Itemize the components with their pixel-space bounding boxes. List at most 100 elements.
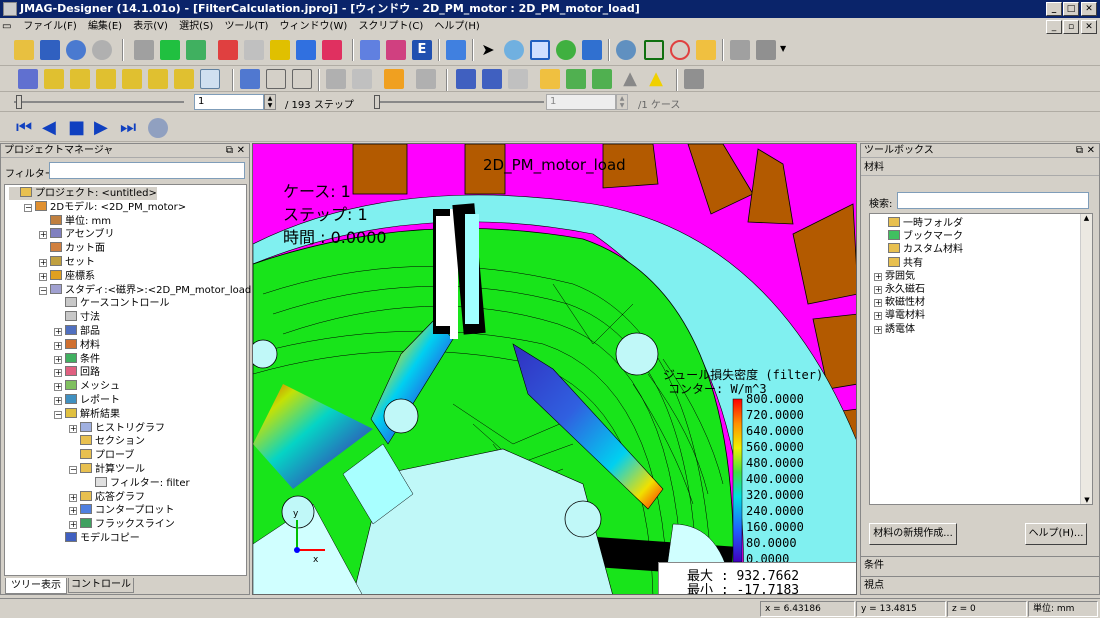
animation-settings-icon[interactable] bbox=[148, 118, 168, 138]
run-icon[interactable] bbox=[322, 40, 342, 60]
menu-help[interactable]: ヘルプ(H) bbox=[430, 18, 483, 36]
expander-icon[interactable]: + bbox=[69, 424, 77, 433]
minimize-button[interactable]: _ bbox=[1046, 2, 1062, 16]
expander-icon[interactable]: + bbox=[54, 328, 62, 336]
color3-icon[interactable] bbox=[508, 69, 528, 89]
shaded-icon[interactable] bbox=[240, 69, 260, 89]
material-tree-item[interactable]: ブックマーク bbox=[888, 230, 963, 243]
expander-icon[interactable]: + bbox=[874, 272, 882, 281]
child-close-button[interactable]: ✕ bbox=[1081, 20, 1097, 34]
pin-icon[interactable]: ⧉ bbox=[226, 144, 233, 158]
select-box-icon[interactable] bbox=[644, 40, 664, 60]
undo-icon[interactable] bbox=[66, 40, 86, 60]
expander-icon[interactable]: + bbox=[874, 299, 882, 308]
material-tree-scrollbar[interactable]: ▲ ▼ bbox=[1080, 214, 1092, 504]
rotate-icon[interactable] bbox=[556, 40, 576, 60]
case-input[interactable]: 1 bbox=[546, 94, 616, 110]
tree-item[interactable]: 寸法 bbox=[54, 311, 100, 324]
doc-icon[interactable]: ▭ bbox=[0, 18, 16, 36]
window-icon[interactable] bbox=[730, 40, 750, 60]
tree-item[interactable]: + セット bbox=[39, 256, 95, 269]
menu-tools[interactable]: ツール(T) bbox=[220, 18, 272, 36]
plot-icon[interactable] bbox=[386, 40, 406, 60]
toolbox-pin-icon[interactable]: ⧉ bbox=[1076, 144, 1083, 158]
expander-icon[interactable]: + bbox=[69, 493, 77, 502]
panel-close-icon[interactable]: ✕ bbox=[237, 144, 245, 158]
scroll-down-icon[interactable]: ▼ bbox=[1081, 496, 1093, 504]
expander-icon[interactable]: − bbox=[39, 286, 47, 295]
view-iso6-icon[interactable] bbox=[148, 69, 168, 89]
mesh-icon[interactable] bbox=[296, 40, 316, 60]
layout-dropdown-icon[interactable]: ▼ bbox=[780, 44, 786, 53]
toolbox-close-icon[interactable]: ✕ bbox=[1087, 144, 1095, 158]
expander-icon[interactable]: + bbox=[39, 231, 47, 240]
last-step-icon[interactable]: ⏭ bbox=[120, 118, 140, 138]
tree-item[interactable]: − スタディ:<磁界>:<2D_PM_motor_load> bbox=[39, 283, 260, 297]
tree-item[interactable]: + 回路 bbox=[54, 366, 100, 379]
view-iso3-icon[interactable] bbox=[70, 69, 90, 89]
save-icon[interactable] bbox=[40, 40, 60, 60]
child-minimize-button[interactable]: _ bbox=[1046, 20, 1062, 34]
tree-item[interactable]: + 部品 bbox=[54, 325, 100, 338]
tree-item[interactable]: − 計算ツール bbox=[69, 463, 145, 476]
menu-edit[interactable]: 編集(E) bbox=[84, 18, 126, 36]
expander-icon[interactable]: + bbox=[54, 369, 62, 378]
camera-icon[interactable] bbox=[684, 69, 704, 89]
tree-item[interactable]: + 応答グラフ bbox=[69, 490, 145, 504]
fit-icon[interactable] bbox=[446, 40, 466, 60]
color4-icon[interactable] bbox=[540, 69, 560, 89]
restore-button[interactable]: □ bbox=[1063, 2, 1079, 16]
view-iso7-icon[interactable] bbox=[174, 69, 194, 89]
expander-icon[interactable]: + bbox=[54, 341, 62, 350]
pan-icon[interactable] bbox=[582, 40, 602, 60]
triangle-color-icon[interactable]: ▲ bbox=[646, 69, 666, 89]
triangle-icon[interactable]: ▲ bbox=[620, 69, 640, 89]
color1-icon[interactable] bbox=[456, 69, 476, 89]
tree-item[interactable]: プローブ bbox=[69, 449, 134, 462]
toolbox-help-button[interactable]: ヘルプ(H)... bbox=[1025, 523, 1087, 545]
select-circle-icon[interactable] bbox=[670, 40, 690, 60]
child-restore-button[interactable]: ▫ bbox=[1063, 20, 1079, 34]
scroll-up-icon[interactable]: ▲ bbox=[1081, 214, 1092, 222]
open-icon[interactable] bbox=[14, 40, 34, 60]
previous-step-icon[interactable]: ◀ bbox=[42, 118, 62, 138]
menu-window[interactable]: ウィンドウ(W) bbox=[276, 18, 352, 36]
graph-icon[interactable] bbox=[360, 40, 380, 60]
view-list-icon[interactable] bbox=[200, 69, 220, 89]
condition-icon[interactable] bbox=[244, 40, 264, 60]
new-material-button[interactable]: 材料の新規作成... bbox=[869, 523, 957, 545]
color5-icon[interactable] bbox=[566, 69, 586, 89]
material-tree-item[interactable]: + 永久磁石 bbox=[874, 283, 925, 296]
menu-select[interactable]: 選択(S) bbox=[175, 18, 217, 36]
step-slider[interactable] bbox=[14, 101, 184, 103]
material-tree-item[interactable]: + 雰囲気 bbox=[874, 270, 915, 283]
tree-item[interactable]: カット面 bbox=[39, 242, 105, 255]
view-iso1-icon[interactable] bbox=[18, 69, 38, 89]
tab-tree-view[interactable]: ツリー表示 bbox=[5, 578, 67, 594]
tree-item[interactable]: − 解析結果 bbox=[54, 407, 120, 421]
menu-view[interactable]: 表示(V) bbox=[129, 18, 172, 36]
expander-icon[interactable]: + bbox=[69, 507, 77, 516]
part-group-icon[interactable] bbox=[186, 40, 206, 60]
stop-icon[interactable]: ■ bbox=[68, 118, 88, 138]
expander-icon[interactable]: − bbox=[69, 466, 77, 474]
display-icon[interactable] bbox=[326, 69, 346, 89]
menu-file[interactable]: ファイル(F) bbox=[19, 18, 81, 36]
model-viewport[interactable]: y x 2D_PM_motor_load ケース: 1 ステップ: 1 時間 :… bbox=[252, 143, 857, 595]
step-spinner[interactable]: ▲ ▼ bbox=[264, 94, 276, 110]
expander-icon[interactable]: + bbox=[39, 259, 47, 267]
hidden-line-icon[interactable] bbox=[292, 69, 312, 89]
view-iso5-icon[interactable] bbox=[122, 69, 142, 89]
expander-icon[interactable]: + bbox=[54, 397, 62, 405]
material-tree-item[interactable]: カスタム材料 bbox=[888, 243, 963, 256]
first-step-icon[interactable]: ⏮ bbox=[16, 118, 36, 138]
menu-script[interactable]: スクリプト(C) bbox=[354, 18, 427, 36]
color6-icon[interactable] bbox=[592, 69, 612, 89]
tree-item[interactable]: セクション bbox=[69, 435, 145, 448]
wireframe-icon[interactable] bbox=[266, 69, 286, 89]
step-slider-thumb[interactable] bbox=[16, 95, 22, 109]
expander-icon[interactable]: + bbox=[874, 325, 882, 334]
tree-item[interactable]: + レポート bbox=[54, 394, 120, 407]
redo-icon[interactable] bbox=[92, 40, 112, 60]
zoom-box-icon[interactable] bbox=[530, 40, 550, 60]
